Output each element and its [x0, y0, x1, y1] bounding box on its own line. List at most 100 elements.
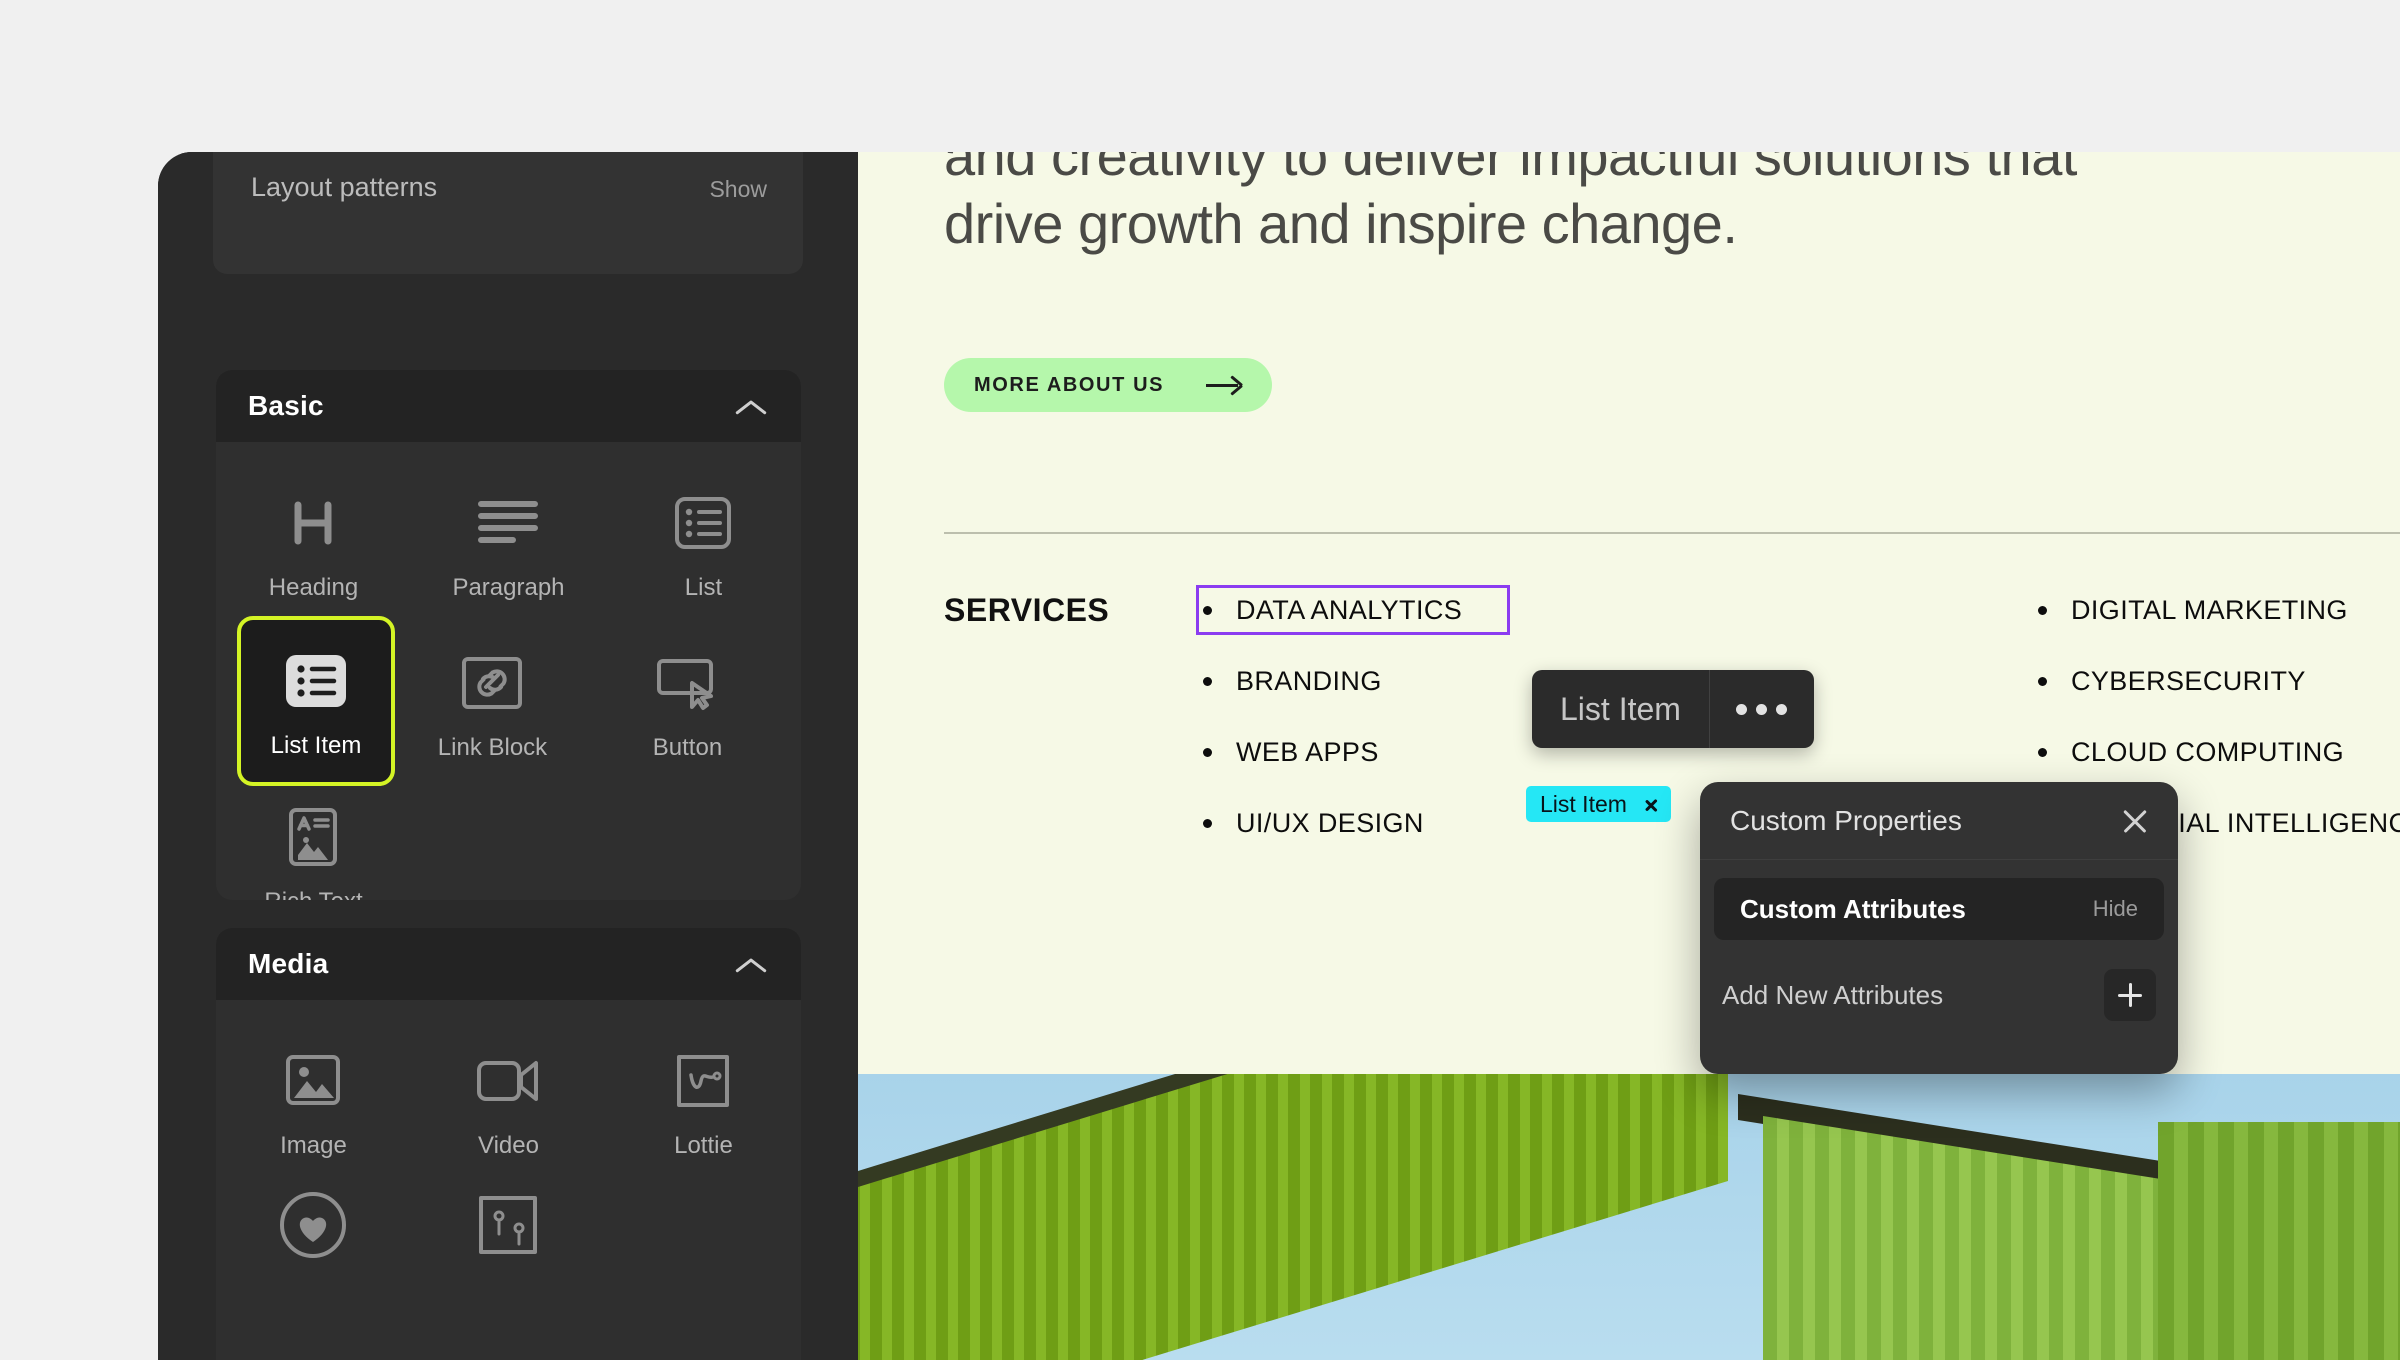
- element-tile-label: Image: [280, 1132, 347, 1159]
- element-tile-partial-a[interactable]: [216, 1174, 411, 1290]
- element-tile-label: List: [684, 574, 723, 601]
- layout-patterns-show-button[interactable]: Show: [709, 176, 767, 203]
- video-icon: [471, 1044, 545, 1118]
- hero-photo: [858, 1070, 2400, 1360]
- custom-attributes-label: Custom Attributes: [1740, 893, 1966, 924]
- tile-row: Heading Paragraph List: [216, 472, 801, 616]
- list-icon: [666, 486, 740, 560]
- section-divider: [944, 532, 2400, 534]
- elements-library-panel: Flex Grid Layout patterns Show Basic: [158, 152, 858, 1360]
- list-item[interactable]: CLOUD COMPUTING: [2038, 734, 2400, 770]
- tile-row: [216, 1174, 801, 1290]
- element-tile-heading[interactable]: Heading: [216, 472, 411, 616]
- section-media: Media Image Video Lottie: [216, 928, 801, 1360]
- plus-icon[interactable]: [2104, 969, 2156, 1021]
- bullet-icon: [2038, 747, 2047, 757]
- bullet-icon: [1203, 676, 1212, 686]
- heart-circle-icon: [276, 1188, 350, 1262]
- custom-properties-title: Custom Properties: [1730, 804, 1962, 836]
- custom-properties-popover[interactable]: Custom Properties Custom Attributes Hide…: [1700, 782, 2178, 1074]
- button-icon: [650, 646, 724, 720]
- section-media-title: Media: [248, 948, 329, 979]
- heading-icon: [276, 486, 350, 560]
- element-tile-label: List Item: [270, 732, 362, 759]
- list-item-label: DIGITAL MARKETING: [2071, 594, 2348, 625]
- lottie-icon: [666, 1044, 740, 1118]
- layout-patterns-label: Layout patterns: [251, 172, 438, 202]
- bullet-icon: [2038, 605, 2047, 615]
- more-about-us-label: MORE ABOUT US: [974, 373, 1165, 396]
- bullet-icon: [2038, 676, 2047, 686]
- tile-spacer: [606, 786, 801, 900]
- tile-row: Rich Text: [216, 786, 801, 900]
- layout-patterns-card: Flex Grid Layout patterns Show: [213, 152, 803, 274]
- rich-text-icon: [276, 800, 350, 874]
- photo-building-right-face: [2158, 1122, 2400, 1360]
- element-tile-label: Button: [652, 734, 723, 761]
- list-item-label: BRANDING: [1236, 665, 1382, 696]
- section-basic-title: Basic: [248, 390, 324, 421]
- custom-properties-header: Custom Properties: [1700, 782, 2178, 860]
- section-media-tiles: Image Video Lottie: [216, 1000, 801, 1318]
- custom-attributes-hide-button[interactable]: Hide: [2093, 896, 2138, 922]
- list-item[interactable]: DATA ANALYTICS: [1196, 585, 1510, 635]
- element-tile-rich-text[interactable]: Rich Text: [216, 786, 411, 900]
- chevron-right-icon[interactable]: [1643, 793, 1659, 815]
- interaction-icon: [471, 1188, 545, 1262]
- element-tile-link-block[interactable]: Link Block: [395, 616, 590, 776]
- list-item[interactable]: CYBERSECURITY: [2038, 663, 2400, 699]
- website-canvas[interactable]: and creativity to deliver impactful solu…: [858, 152, 2400, 1360]
- list-item[interactable]: DIGITAL MARKETING: [2038, 592, 2400, 628]
- element-tile-list-item[interactable]: List Item: [237, 616, 395, 786]
- section-basic: Basic Heading Paragraph List List Item L…: [216, 370, 801, 900]
- element-toolbar[interactable]: List Item: [1532, 670, 1814, 748]
- chevron-up-icon[interactable]: [735, 954, 769, 974]
- ellipsis-icon[interactable]: [1710, 670, 1814, 748]
- element-tile-list[interactable]: List: [606, 472, 801, 616]
- element-tile-paragraph[interactable]: Paragraph: [411, 472, 606, 616]
- bullet-icon: [1203, 818, 1212, 828]
- tile-spacer: [411, 786, 606, 900]
- element-selection-badge[interactable]: List Item: [1526, 786, 1671, 822]
- element-tile-button[interactable]: Button: [590, 616, 785, 776]
- layout-patterns-row[interactable]: Layout patterns Show: [251, 172, 767, 212]
- element-tile-image[interactable]: Image: [216, 1030, 411, 1174]
- tile-row: List Item Link Block Button: [216, 616, 801, 786]
- list-item-label: CYBERSECURITY: [2071, 665, 2306, 696]
- tile-row: Image Video Lottie: [216, 1030, 801, 1174]
- image-icon: [276, 1044, 350, 1118]
- screenshot-root: Flex Grid Layout patterns Show Basic: [0, 0, 2400, 1360]
- panel-scroll-area[interactable]: Flex Grid Layout patterns Show Basic: [158, 152, 858, 1360]
- section-basic-header[interactable]: Basic: [216, 370, 801, 442]
- link-block-icon: [455, 646, 529, 720]
- list-item-label: WEB APPS: [1236, 736, 1379, 767]
- add-new-attributes-label: Add New Attributes: [1722, 979, 1944, 1010]
- arrow-right-icon: [1206, 376, 1242, 394]
- hero-paragraph: and creativity to deliver impactful solu…: [944, 152, 2077, 256]
- chevron-up-icon[interactable]: [735, 396, 769, 416]
- list-item-icon: [279, 644, 353, 718]
- element-tile-label: Paragraph: [452, 574, 565, 601]
- section-basic-tiles: Heading Paragraph List List Item Link Bl…: [216, 442, 801, 900]
- bullet-icon: [1203, 747, 1212, 757]
- element-tile-label: Link Block: [437, 734, 548, 761]
- add-new-attributes-row[interactable]: Add New Attributes: [1722, 964, 2156, 1026]
- paragraph-icon: [471, 486, 545, 560]
- element-tile-lottie[interactable]: Lottie: [606, 1030, 801, 1174]
- list-item-label: CLOUD COMPUTING: [2071, 736, 2345, 767]
- more-about-us-button[interactable]: MORE ABOUT US: [944, 358, 1273, 412]
- element-tile-label: Rich Text: [264, 888, 362, 900]
- app-window: Flex Grid Layout patterns Show Basic: [158, 152, 2400, 1360]
- element-tile-label: Video: [478, 1132, 539, 1159]
- list-item-label: DATA ANALYTICS: [1236, 594, 1463, 625]
- close-icon[interactable]: [2118, 804, 2152, 838]
- custom-attributes-row[interactable]: Custom Attributes Hide: [1714, 878, 2164, 940]
- element-toolbar-name: List Item: [1532, 670, 1710, 748]
- element-tile-label: Lottie: [674, 1132, 733, 1159]
- element-selection-label: List Item: [1540, 790, 1627, 817]
- section-media-header[interactable]: Media: [216, 928, 801, 1000]
- element-tile-video[interactable]: Video: [411, 1030, 606, 1174]
- element-tile-partial-b[interactable]: [411, 1174, 606, 1290]
- services-heading: SERVICES: [944, 592, 1110, 628]
- element-tile-label: Heading: [268, 574, 359, 601]
